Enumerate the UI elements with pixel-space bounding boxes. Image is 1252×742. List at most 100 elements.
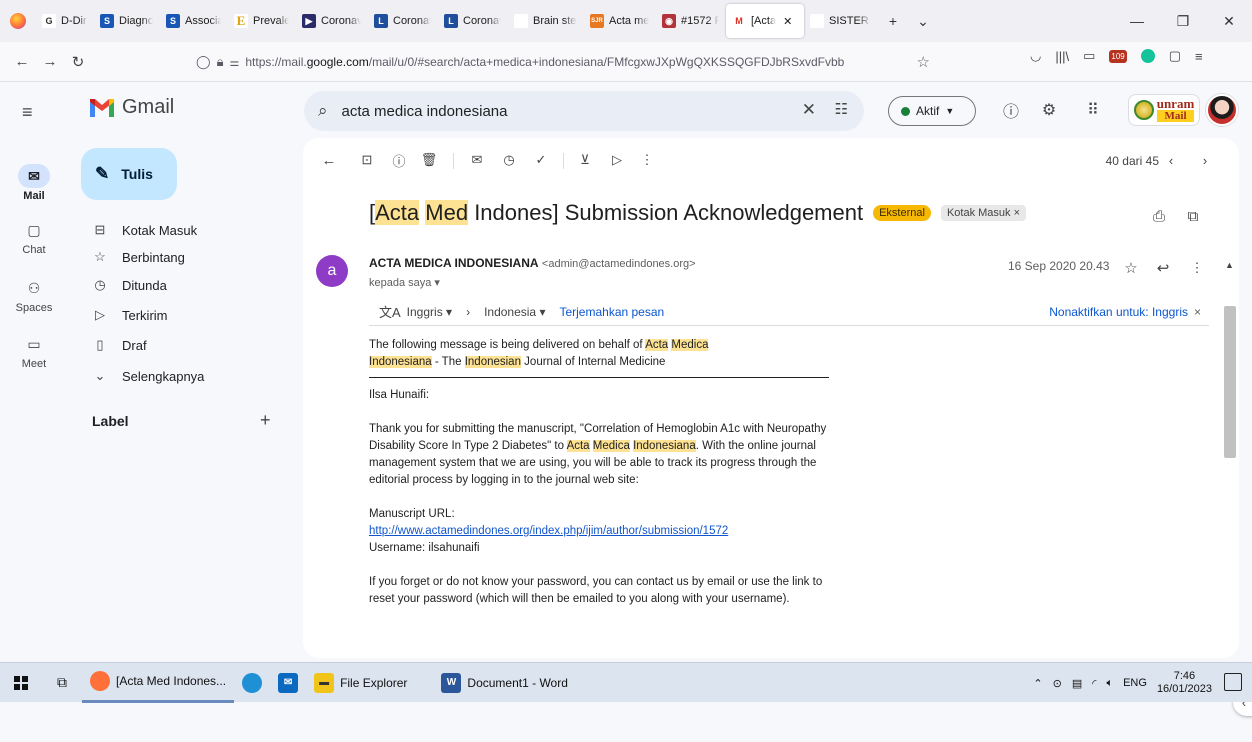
- manuscript-link[interactable]: http://www.actamedindones.org/index.php/…: [369, 525, 728, 537]
- taskbar-mail[interactable]: ✉: [270, 663, 306, 703]
- add-label-icon[interactable]: +: [260, 410, 271, 431]
- label-icon[interactable]: ▷: [607, 150, 627, 170]
- new-tab-button[interactable]: +: [878, 0, 908, 42]
- hamburger-menu-icon[interactable]: ≡: [1195, 49, 1203, 64]
- nav-more[interactable]: ⌄ Selengkapnya: [92, 364, 205, 388]
- rail-meet[interactable]: ▭ Meet: [0, 332, 68, 370]
- network-icon[interactable]: ▤: [1072, 677, 1082, 690]
- extension-badge-icon[interactable]: 109: [1109, 49, 1127, 63]
- add-task-icon[interactable]: ✓: [531, 150, 551, 170]
- translate-to-dropdown[interactable]: Indonesia ▾: [484, 305, 545, 319]
- nav-sent[interactable]: ▷ Terkirim: [92, 303, 168, 327]
- nav-snoozed[interactable]: ◷ Ditunda: [92, 273, 166, 297]
- delete-icon[interactable]: 🗑︎: [419, 150, 439, 170]
- rail-chat[interactable]: ▢ Chat: [0, 218, 68, 256]
- search-options-icon[interactable]: ☷: [835, 100, 848, 118]
- lock-icon[interactable]: 🔒︎: [217, 54, 224, 70]
- language-indicator[interactable]: ENG: [1123, 677, 1147, 689]
- open-new-window-icon[interactable]: ⧉: [1183, 206, 1203, 226]
- close-translate-icon[interactable]: ×: [1194, 305, 1201, 319]
- report-spam-icon[interactable]: ⓘ: [389, 150, 409, 170]
- move-to-icon[interactable]: ⊻: [575, 150, 595, 170]
- pocket-icon[interactable]: ◡: [1030, 48, 1041, 64]
- back-to-list-icon[interactable]: ←: [319, 150, 339, 170]
- unram-mail-logo[interactable]: unram Mail: [1128, 94, 1200, 126]
- clear-search-icon[interactable]: ✕: [802, 100, 816, 120]
- tab-list-chevron-icon[interactable]: ⌄: [908, 0, 938, 42]
- taskbar-word[interactable]: W Document1 - Word: [433, 663, 575, 703]
- close-tab-icon[interactable]: ✕: [783, 15, 792, 28]
- forward-arrow-icon[interactable]: →: [36, 48, 64, 76]
- restore-window-button[interactable]: ❐: [1160, 0, 1206, 42]
- recipient-dropdown[interactable]: kepada saya ▾: [369, 276, 440, 289]
- rail-spaces[interactable]: ⚇ Spaces: [0, 276, 68, 314]
- search-bar[interactable]: ⌕ acta medica indonesiana ✕ ☷: [304, 91, 864, 131]
- newer-chevron-icon[interactable]: ‹: [1161, 150, 1181, 170]
- browser-tab[interactable]: L Coronav: [438, 0, 508, 42]
- taskbar-firefox[interactable]: [Acta Med Indones...: [82, 663, 235, 703]
- page-icon[interactable]: ▢: [1169, 48, 1181, 64]
- search-icon[interactable]: ⌕: [318, 101, 328, 121]
- firefox-menu-icon[interactable]: [0, 0, 36, 42]
- settings-gear-icon[interactable]: ⚙: [1038, 99, 1060, 121]
- reload-icon[interactable]: ↻: [64, 48, 92, 76]
- bookmark-star-icon[interactable]: ☆: [917, 53, 930, 71]
- grammarly-icon[interactable]: [1140, 49, 1155, 63]
- browser-tab[interactable]: L Coronav: [368, 0, 438, 42]
- browser-tab[interactable]: Brain stem in: [508, 0, 584, 42]
- main-menu-icon[interactable]: ≡: [22, 102, 33, 123]
- compose-button[interactable]: ✎ Tulis: [81, 148, 177, 200]
- help-icon[interactable]: ⓘ: [1000, 99, 1022, 121]
- search-input[interactable]: acta medica indonesiana: [342, 103, 508, 120]
- windows-start-icon[interactable]: [0, 663, 42, 703]
- sender-avatar[interactable]: a: [316, 255, 348, 287]
- translate-from-dropdown[interactable]: Inggris ▾: [407, 305, 452, 319]
- scrollbar-thumb[interactable]: [1224, 306, 1236, 458]
- inbox-label-chip[interactable]: Kotak Masuk ×: [940, 205, 1027, 221]
- browser-tab[interactable]: SJR Acta me: [584, 0, 656, 42]
- more-options-icon[interactable]: ⋮: [637, 150, 657, 170]
- print-icon[interactable]: ⎙: [1149, 206, 1169, 226]
- snooze-icon[interactable]: ◷: [499, 150, 519, 170]
- close-window-button[interactable]: ✕: [1206, 0, 1252, 42]
- star-icon[interactable]: ☆: [1121, 258, 1141, 278]
- meet-now-icon[interactable]: ⊙: [1053, 677, 1062, 690]
- account-avatar[interactable]: [1206, 94, 1238, 126]
- clock[interactable]: 7:46 16/01/2023: [1157, 670, 1212, 696]
- translate-message-link[interactable]: Terjemahkan pesan: [559, 305, 664, 319]
- older-chevron-icon[interactable]: ›: [1195, 150, 1215, 170]
- browser-tab[interactable]: SISTER | Laya: [804, 0, 878, 42]
- browser-tab[interactable]: ◉ #1572 Re: [656, 0, 726, 42]
- minimize-window-button[interactable]: —: [1114, 0, 1160, 42]
- notification-icon[interactable]: [1224, 673, 1242, 691]
- shield-icon[interactable]: ◯: [196, 54, 211, 70]
- wifi-icon[interactable]: ◜: [1092, 677, 1096, 690]
- url-bar[interactable]: ◯ 🔒︎ ⚌ https://mail.google.com/mail/u/0/…: [188, 47, 940, 77]
- task-view-icon[interactable]: ⧉: [42, 663, 82, 703]
- browser-tab[interactable]: S Associati: [160, 0, 228, 42]
- disable-translate-link[interactable]: Nonaktifkan untuk: Inggris: [1049, 305, 1188, 319]
- browser-tab[interactable]: G D-Dimer: [36, 0, 94, 42]
- permissions-icon[interactable]: ⚌: [229, 56, 239, 69]
- nav-starred[interactable]: ☆ Berbintang: [92, 245, 185, 269]
- volume-icon[interactable]: 🔈︎: [1106, 677, 1113, 690]
- gmail-logo[interactable]: Gmail: [90, 96, 174, 119]
- taskbar-file-explorer[interactable]: ▬ File Explorer: [306, 663, 415, 703]
- nav-drafts[interactable]: ▯ Draf: [92, 333, 146, 357]
- rail-mail[interactable]: ✉ Mail: [0, 164, 68, 202]
- browser-tab[interactable]: ▶ Coronav: [296, 0, 368, 42]
- back-arrow-icon[interactable]: ←: [8, 48, 36, 76]
- archive-icon[interactable]: ⊡: [357, 150, 377, 170]
- browser-tab[interactable]: E Prevalen: [228, 0, 296, 42]
- apps-grid-icon[interactable]: ⠿: [1082, 99, 1104, 121]
- mark-unread-icon[interactable]: ✉: [467, 150, 487, 170]
- nav-inbox[interactable]: ⊟ Kotak Masuk: [92, 218, 198, 242]
- status-dropdown[interactable]: Aktif ▼: [888, 96, 976, 126]
- sidebar-icon[interactable]: ▭: [1083, 48, 1095, 64]
- library-icon[interactable]: |||\: [1055, 49, 1069, 64]
- reply-icon[interactable]: ↩: [1153, 258, 1173, 278]
- taskbar-edge[interactable]: [234, 663, 270, 703]
- tray-chevron-up-icon[interactable]: ⌃: [1033, 677, 1042, 690]
- scroll-up-icon[interactable]: ▲: [1225, 260, 1234, 270]
- browser-tab[interactable]: M [Acta ✕: [726, 4, 804, 38]
